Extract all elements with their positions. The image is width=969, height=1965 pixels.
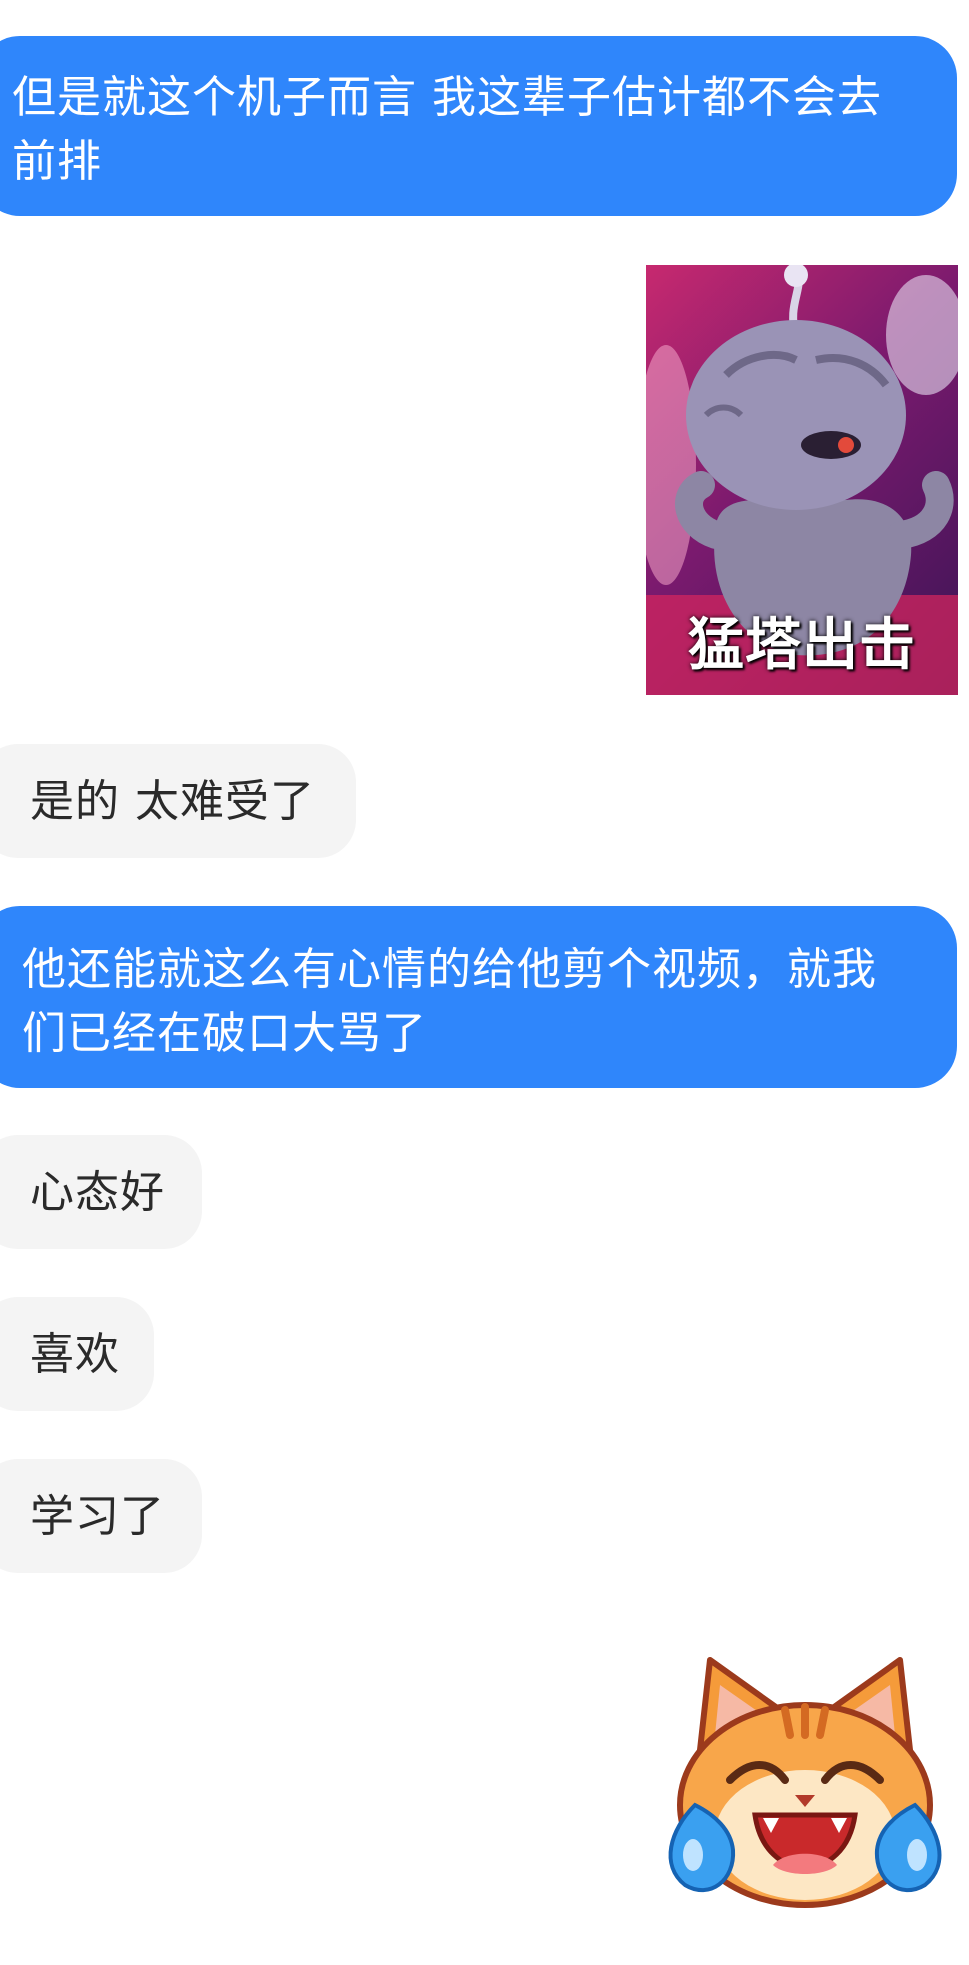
received-message-bubble[interactable]: 喜欢 xyxy=(0,1297,154,1411)
received-message-bubble[interactable]: 学习了 xyxy=(0,1459,202,1573)
sticker-caption: 猛塔出击 xyxy=(688,613,916,678)
sent-message-bubble[interactable]: 他还能就这么有心情的给他剪个视频，就我们已经在破口大骂了 xyxy=(0,906,957,1088)
message-text: 但是就这个机子而言 我这辈子估计都不会去前排 xyxy=(12,72,882,187)
message-text: 他还能就这么有心情的给他剪个视频，就我们已经在破口大骂了 xyxy=(22,944,877,1059)
received-message-bubble[interactable]: 是的 太难受了 xyxy=(0,744,356,858)
mascot-sticker-image[interactable]: 猛塔出击 xyxy=(646,265,958,695)
received-message-bubble[interactable]: 心态好 xyxy=(0,1135,202,1249)
laughing-crying-cat-icon[interactable] xyxy=(655,1655,955,1915)
message-text: 学习了 xyxy=(30,1491,165,1542)
message-text: 是的 太难受了 xyxy=(30,776,315,827)
sent-message-bubble[interactable]: 但是就这个机子而言 我这辈子估计都不会去前排 xyxy=(0,36,957,216)
cat-emoji-art xyxy=(668,1657,942,1908)
message-text: 喜欢 xyxy=(30,1329,120,1380)
message-text: 心态好 xyxy=(30,1167,165,1218)
